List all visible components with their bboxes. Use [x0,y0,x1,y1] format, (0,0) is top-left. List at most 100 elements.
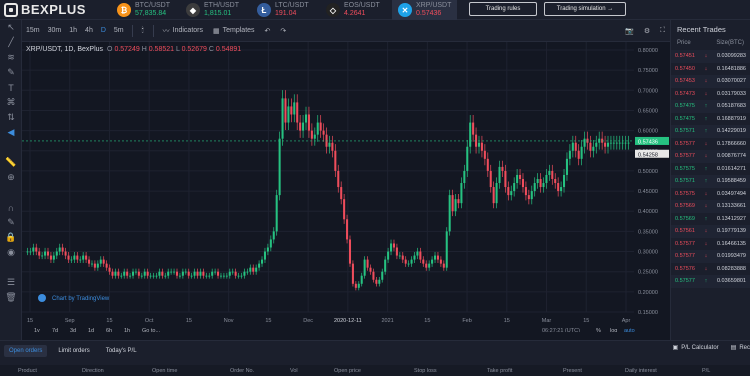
chart-toolbar: 15m 30m 1h 4h D 5m 🕯 〰 Indicators ▦ Templates ↶… [22,20,670,42]
brush-icon[interactable]: ✎ [0,65,22,80]
brand-logo[interactable]: BEXPLUS [4,2,86,17]
candle-body [516,174,519,184]
scale-toggle-percent[interactable]: % [596,328,601,334]
range-button-6h[interactable]: 6h [106,328,112,334]
snapshot-button[interactable]: 📷 [620,27,639,35]
candle-body [504,170,507,188]
undo-button[interactable]: ↶ [260,27,276,35]
column-header[interactable]: Direction [82,368,104,374]
trading-rules-button[interactable]: Trading rules [469,2,537,16]
templates-button[interactable]: ▦ Templates [208,27,260,35]
candle-body [196,271,199,276]
ticker-btc[interactable]: ₿ BTC/USDT 57,835.84 [117,0,170,20]
candle-body [501,166,504,171]
price-chart[interactable]: 0.800000.750000.700000.650000.600000.550… [22,42,670,334]
eye-icon[interactable]: ◉ [0,245,22,260]
candlestick-chart[interactable]: 0.800000.750000.700000.650000.600000.550… [22,42,670,334]
magnet-icon[interactable]: ∩ [0,200,22,215]
arrow-down-icon: ↓ [704,240,708,247]
column-header[interactable]: Take profit [487,368,512,374]
candle-body [38,251,41,256]
column-header[interactable]: Daily interest [625,368,657,374]
lock-drawing-icon[interactable]: ✎ [0,215,22,230]
column-header[interactable]: Open time [152,368,177,374]
column-header[interactable]: Open price [334,368,361,374]
trade-row: 0.57577 ↓ 0.01993479 [671,250,750,263]
price-tick-label: 0.70000 [638,88,658,94]
trend-line-icon[interactable]: ╱ [0,35,22,50]
fullscreen-button[interactable]: ⛶ [655,27,670,35]
arrow-up-icon: ↑ [704,215,708,222]
range-button-3d[interactable]: 3d [70,328,76,334]
column-header[interactable]: Product [18,368,37,374]
column-header[interactable]: P/L [702,368,710,374]
timeframe-D[interactable]: D [97,27,110,34]
candle-body [105,263,108,268]
candle-body [64,251,67,256]
fib-icon[interactable]: ≋ [0,50,22,65]
range-button-1h[interactable]: 1h [124,328,130,334]
low-value: 0.52679 [181,46,207,53]
ruler-icon[interactable]: 📏 [0,155,22,170]
candle-body [612,142,615,144]
indicators-button[interactable]: 〰 Indicators [158,26,208,36]
trading-simulation-button[interactable]: Trading simulation → [544,2,626,16]
tab-open-orders[interactable]: Open orders [4,345,48,357]
ticker-xrp[interactable]: ✕ XRP/USDT 0.57436 [392,0,458,20]
ticker-price: 4.2641 [344,10,366,17]
ticker-eth[interactable]: ◆ ETH/USDT 1,815.01 [186,0,239,20]
record-button[interactable]: ▤ Rec [731,344,750,352]
range-button-7d[interactable]: 7d [52,328,58,334]
ticker-price: 57,835.84 [135,10,167,17]
templates-icon: ▦ [213,27,220,35]
tab-limit-orders[interactable]: Limit orders [53,345,94,357]
prediction-icon[interactable]: ⇅ [0,110,22,125]
tradingview-watermark[interactable]: Chart by TradingView [52,296,110,302]
candle-body [44,251,47,256]
text-icon[interactable]: T [0,80,22,95]
range-button-Goto[interactable]: Go to... [142,328,161,334]
tab-todays-pl[interactable]: Today's P/L [101,345,142,357]
trade-size: 0.01614271 [716,165,746,172]
settings-button[interactable]: ⚙ [639,27,655,35]
candle-body [222,275,225,277]
candle-body [448,195,451,232]
trade-size: 0.14229019 [716,128,746,135]
column-header[interactable]: Vol [290,368,298,374]
column-header[interactable]: Present [563,368,582,374]
scale-toggle-auto[interactable]: auto [624,328,635,334]
scale-toggle-log[interactable]: log [610,328,617,334]
range-button-1d[interactable]: 1d [88,328,94,334]
candle-style-button[interactable]: 🕯 [137,27,149,35]
candle-body [228,271,231,276]
close-value: 0.54891 [215,46,242,53]
pattern-icon[interactable]: ⌘ [0,95,22,110]
timeframe-4h[interactable]: 4h [81,27,97,34]
timeframe-30m[interactable]: 30m [44,27,66,34]
timeframe-15m[interactable]: 15m [22,27,44,34]
candle-body [310,130,313,139]
timeframe-1h[interactable]: 1h [65,27,81,34]
candle-body [392,243,395,248]
cursor-icon[interactable]: ↖ [0,20,22,35]
candle-body [269,239,272,248]
lock-icon[interactable]: 🔒 [0,230,22,245]
timeframe-5m[interactable]: 5m [110,27,128,34]
trash-icon[interactable]: 🗑 [0,290,22,305]
ticker-eos[interactable]: ◇ EOS/USDT 4.2641 [326,0,380,20]
candle-body [52,255,55,260]
pl-calculator-button[interactable]: ▣ P/L Calculator [673,344,719,352]
candle-body [604,142,607,147]
ticker-ltc[interactable]: Ł LTC/USDT 191.04 [257,0,309,20]
redo-button[interactable]: ↷ [275,27,291,35]
candle-body [592,146,595,151]
candle-body [618,142,621,144]
layers-icon[interactable]: ☰ [0,275,22,290]
candle-body [401,255,404,260]
column-header[interactable]: Order No. [230,368,254,374]
candle-body [76,255,79,260]
back-arrow-icon[interactable]: ◀ [0,125,22,140]
range-button-1y[interactable]: 1y [34,328,40,334]
column-header[interactable]: Stop loss [414,368,437,374]
zoom-in-icon[interactable]: ⊕ [0,170,22,185]
